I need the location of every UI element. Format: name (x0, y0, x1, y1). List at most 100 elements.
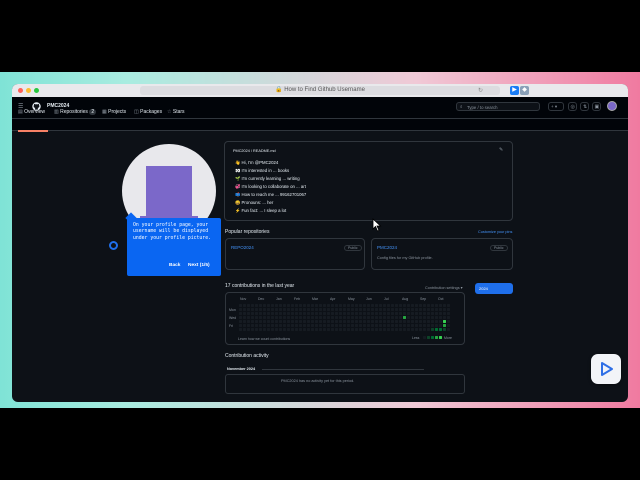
inbox-button[interactable]: ▣ (592, 102, 601, 111)
contribution-day[interactable] (271, 324, 274, 327)
contribution-day[interactable] (431, 328, 434, 331)
contribution-day[interactable] (351, 324, 354, 327)
contribution-day[interactable] (335, 328, 338, 331)
contribution-day[interactable] (331, 324, 334, 327)
contribution-day[interactable] (359, 316, 362, 319)
contribution-day[interactable] (403, 308, 406, 311)
search-input[interactable]: ⌕ Type / to search (456, 102, 540, 111)
contribution-day[interactable] (351, 320, 354, 323)
contribution-day[interactable] (447, 328, 450, 331)
contribution-day[interactable] (363, 308, 366, 311)
contribution-day[interactable] (291, 308, 294, 311)
contribution-day[interactable] (395, 328, 398, 331)
contribution-day[interactable] (363, 324, 366, 327)
contribution-day[interactable] (251, 320, 254, 323)
contribution-day[interactable] (427, 312, 430, 315)
contribution-day[interactable] (399, 320, 402, 323)
contribution-day[interactable] (343, 316, 346, 319)
contribution-day[interactable] (331, 312, 334, 315)
contribution-day[interactable] (311, 320, 314, 323)
contribution-day[interactable] (263, 324, 266, 327)
contribution-day[interactable] (427, 316, 430, 319)
contribution-day[interactable] (395, 320, 398, 323)
contribution-day[interactable] (375, 308, 378, 311)
contribution-day[interactable] (383, 324, 386, 327)
contribution-day[interactable] (267, 316, 270, 319)
contribution-day[interactable] (295, 328, 298, 331)
tab-projects[interactable]: ▦ Projects (102, 109, 126, 115)
contribution-day[interactable] (251, 304, 254, 307)
contribution-day[interactable] (275, 328, 278, 331)
contribution-day[interactable] (427, 308, 430, 311)
tab-overview[interactable]: ▤ Overview (18, 109, 45, 115)
contribution-day[interactable] (339, 320, 342, 323)
contribution-day[interactable] (351, 316, 354, 319)
contribution-day[interactable] (263, 304, 266, 307)
year-button-2024[interactable]: 2024 (475, 283, 513, 294)
contribution-day[interactable] (371, 316, 374, 319)
contribution-day[interactable] (419, 316, 422, 319)
contribution-day[interactable] (375, 320, 378, 323)
contribution-day[interactable] (363, 316, 366, 319)
contribution-day[interactable] (303, 308, 306, 311)
contribution-day[interactable] (275, 304, 278, 307)
contribution-day[interactable] (387, 328, 390, 331)
contribution-day[interactable] (347, 312, 350, 315)
contribution-day[interactable] (259, 308, 262, 311)
contribution-day[interactable] (375, 328, 378, 331)
contribution-day[interactable] (327, 308, 330, 311)
contribution-day[interactable] (383, 312, 386, 315)
contribution-day[interactable] (339, 312, 342, 315)
contribution-day[interactable] (415, 328, 418, 331)
tooltip-back-button[interactable]: Back (169, 263, 180, 268)
contribution-day[interactable] (239, 308, 242, 311)
contribution-day[interactable] (335, 304, 338, 307)
contribution-day[interactable] (299, 320, 302, 323)
contribution-day[interactable] (391, 304, 394, 307)
contribution-day[interactable] (331, 320, 334, 323)
contribution-day[interactable] (247, 308, 250, 311)
contribution-day[interactable] (255, 328, 258, 331)
contribution-day[interactable] (367, 304, 370, 307)
contribution-day[interactable] (435, 304, 438, 307)
contribution-day[interactable] (319, 308, 322, 311)
contribution-day[interactable] (315, 328, 318, 331)
contribution-day[interactable] (239, 312, 242, 315)
contribution-day[interactable] (415, 308, 418, 311)
contribution-day[interactable] (263, 328, 266, 331)
contribution-day[interactable] (367, 320, 370, 323)
contribution-day[interactable] (439, 312, 442, 315)
contribution-day[interactable] (363, 320, 366, 323)
contribution-day[interactable] (247, 328, 250, 331)
contribution-day[interactable] (295, 308, 298, 311)
contribution-day[interactable] (343, 308, 346, 311)
contribution-day[interactable] (239, 304, 242, 307)
contribution-day[interactable] (395, 324, 398, 327)
contribution-day[interactable] (283, 320, 286, 323)
contribution-day[interactable] (251, 316, 254, 319)
contribution-day[interactable] (375, 312, 378, 315)
contribution-day[interactable] (419, 312, 422, 315)
contribution-day[interactable] (375, 316, 378, 319)
contribution-day[interactable] (403, 324, 406, 327)
contribution-day[interactable] (439, 316, 442, 319)
contribution-day[interactable] (403, 304, 406, 307)
contribution-day[interactable] (295, 304, 298, 307)
contribution-day[interactable] (299, 304, 302, 307)
contribution-day[interactable] (279, 312, 282, 315)
contribution-day[interactable] (319, 324, 322, 327)
contribution-day[interactable] (343, 328, 346, 331)
contribution-day[interactable] (347, 328, 350, 331)
contribution-day[interactable] (299, 308, 302, 311)
contribution-day[interactable] (355, 312, 358, 315)
contribution-day[interactable] (415, 320, 418, 323)
contribution-day[interactable] (323, 320, 326, 323)
contribution-day[interactable] (275, 308, 278, 311)
contribution-day[interactable] (315, 312, 318, 315)
contribution-day[interactable] (271, 308, 274, 311)
avatar[interactable] (607, 101, 617, 111)
contribution-day[interactable] (343, 324, 346, 327)
contribution-day[interactable] (399, 316, 402, 319)
learn-link[interactable]: Learn how we count contributions (238, 337, 290, 341)
contribution-day[interactable] (323, 308, 326, 311)
